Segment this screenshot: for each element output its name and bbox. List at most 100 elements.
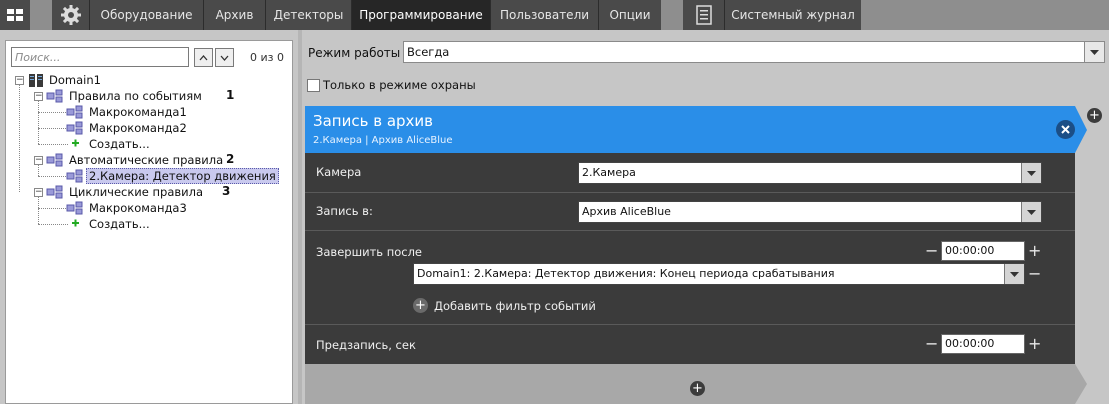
search-prev-button[interactable]	[194, 48, 213, 67]
prerecord-time-input[interactable]: 00:00:00	[941, 334, 1025, 354]
macro-icon	[66, 169, 83, 183]
row-divider	[305, 230, 1075, 231]
row-divider	[305, 324, 1075, 325]
tree-node-camera-motion[interactable]: 2.Камера: Детектор движения	[66, 168, 279, 184]
tree-label: Правила по событиям	[69, 89, 202, 103]
increase-button[interactable]: +	[1028, 243, 1041, 259]
tree-toggle-event-rules[interactable]: −	[34, 92, 43, 101]
camera-value: 2.Камера	[582, 166, 636, 179]
record-to-label: Запись в:	[316, 204, 373, 218]
panel-splitter[interactable]	[298, 30, 302, 404]
tab-archive[interactable]: Архив	[204, 0, 266, 30]
tab-system-journal[interactable]: Системный журнал	[725, 0, 861, 30]
archive-value: Архив AliceBlue	[582, 205, 671, 218]
camera-select[interactable]: 2.Камера	[578, 162, 1042, 184]
archive-select[interactable]: Архив AliceBlue	[578, 201, 1042, 223]
plus-icon	[72, 139, 79, 147]
tree-line	[19, 85, 20, 192]
add-filter-label: Добавить фильтр событий	[434, 298, 596, 313]
action-title: Запись в архив	[313, 112, 434, 130]
guard-only-label: Только в режиме охраны	[323, 78, 476, 92]
row-divider	[305, 192, 1075, 193]
tree-label: Циклические правила	[69, 185, 204, 199]
add-action-button[interactable]: +	[690, 381, 705, 396]
tree-line	[38, 176, 68, 177]
finish-time-input[interactable]: 00:00:00	[941, 241, 1025, 261]
remove-action-button[interactable]	[1056, 120, 1075, 139]
grid-icon	[7, 9, 23, 21]
tree-line	[38, 100, 39, 144]
dropdown-arrow[interactable]	[1021, 163, 1041, 183]
tree-node-macro3[interactable]: Макрокоманда3	[66, 200, 189, 216]
card-footer-arrow	[1075, 364, 1087, 404]
triangle-down-icon	[1027, 170, 1036, 176]
plus-circle-icon: +	[413, 298, 428, 313]
tree-label: Создать...	[89, 217, 150, 231]
tab-equipment[interactable]: Оборудование	[90, 0, 204, 30]
tree-label: Создать...	[89, 137, 150, 151]
tree-node-create-cyclic-rule[interactable]: Создать...	[66, 216, 152, 232]
journal-icon-button[interactable]	[683, 0, 725, 30]
tree-toggle-cyclic-rules[interactable]: −	[34, 188, 43, 197]
mode-select[interactable]: Всегда	[403, 41, 1105, 63]
card-header-arrow	[1075, 106, 1087, 153]
increase-button[interactable]: +	[1028, 336, 1041, 352]
event-filter-value: Domain1: 2.Камера: Детектор движения: Ко…	[417, 267, 835, 280]
dropdown-arrow[interactable]	[1084, 42, 1104, 62]
action-subtitle: 2.Камера | Архив AliceBlue	[313, 135, 453, 146]
tab-users[interactable]: Пользователи	[491, 0, 599, 30]
tree-node-auto-rules[interactable]: Автоматические правила	[46, 152, 225, 168]
tree-line	[38, 164, 39, 176]
top-toolbar: Оборудование Архив Детекторы Программиро…	[0, 0, 1109, 30]
tree-line	[38, 196, 39, 224]
decrease-button[interactable]: −	[925, 336, 938, 352]
macro-icon	[46, 185, 63, 199]
gear-icon	[60, 5, 81, 25]
search-count: 0 из 0	[250, 51, 284, 64]
macro-icon	[66, 121, 83, 135]
layouts-button[interactable]	[0, 0, 30, 30]
tab-options[interactable]: Опции	[599, 0, 661, 30]
tree-line	[38, 224, 68, 225]
prerecord-label: Предзапись, сек	[316, 338, 416, 352]
settings-button[interactable]	[52, 0, 90, 30]
macro-icon	[66, 201, 83, 215]
chevron-down-icon	[220, 55, 229, 61]
guard-only-checkbox[interactable]	[307, 79, 320, 92]
tree-label: Макрокоманда1	[89, 105, 187, 119]
tree-toggle-auto-rules[interactable]: −	[34, 156, 43, 165]
tab-programming[interactable]: Программирование	[352, 0, 491, 30]
macro-icon	[46, 89, 63, 103]
tree-node-macro1[interactable]: Макрокоманда1	[66, 104, 189, 120]
tree-node-macro2[interactable]: Макрокоманда2	[66, 120, 189, 136]
server-icon	[29, 73, 43, 87]
tree-node-domain[interactable]: Domain1	[28, 72, 103, 88]
triangle-down-icon	[1027, 209, 1036, 215]
tree-line	[38, 128, 68, 129]
tree-line	[38, 112, 68, 113]
mode-label: Режим работы	[308, 46, 401, 60]
event-filter-select[interactable]: Domain1: 2.Камера: Детектор движения: Ко…	[413, 263, 1025, 285]
mode-value: Всегда	[407, 45, 450, 59]
tree-toggle-root[interactable]: −	[15, 76, 24, 85]
dropdown-arrow[interactable]	[1021, 202, 1041, 222]
remove-filter-button[interactable]: −	[1028, 266, 1041, 282]
finish-after-label: Завершить после	[316, 245, 423, 259]
tab-detectors[interactable]: Детекторы	[266, 0, 352, 30]
triangle-down-icon	[1010, 271, 1019, 277]
search-next-button[interactable]	[215, 48, 234, 67]
tree-node-create-event-rule[interactable]: Создать...	[66, 136, 152, 152]
macro-icon	[46, 153, 63, 167]
tree-label: Макрокоманда3	[89, 201, 187, 215]
add-event-filter-button[interactable]: + Добавить фильтр событий	[413, 298, 596, 313]
add-action-top-button[interactable]: +	[1087, 108, 1102, 123]
search-input[interactable]	[11, 47, 189, 67]
macro-icon	[66, 105, 83, 119]
tree-node-event-rules[interactable]: Правила по событиям	[46, 88, 204, 104]
close-icon	[1061, 125, 1070, 134]
chevron-up-icon	[199, 54, 208, 60]
camera-label: Камера	[316, 165, 362, 179]
tree-node-cyclic-rules[interactable]: Циклические правила	[46, 184, 205, 200]
decrease-button[interactable]: −	[925, 243, 938, 259]
dropdown-arrow[interactable]	[1004, 264, 1024, 284]
